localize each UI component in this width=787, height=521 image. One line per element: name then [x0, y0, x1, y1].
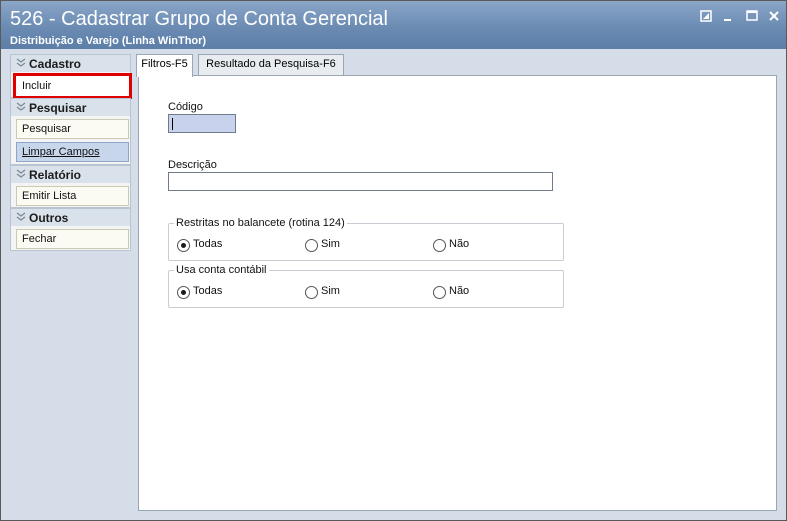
radio-label: Todas [193, 238, 223, 250]
sidebar-group-outros: Outros Fechar [10, 208, 131, 251]
sidebar-group-title: Pesquisar [29, 101, 87, 115]
sidebar-group-title: Outros [29, 211, 69, 225]
sidebar-group-title: Relatório [29, 168, 82, 182]
maximize-icon[interactable] [744, 9, 760, 25]
descricao-label: Descrição [168, 159, 217, 171]
restore-icon[interactable] [698, 9, 714, 25]
emitir-lista-button[interactable]: Emitir Lista [16, 186, 129, 206]
tab-resultado-pesquisa[interactable]: Resultado da Pesquisa-F6 [198, 54, 344, 75]
radio-circle [177, 286, 190, 299]
close-icon[interactable] [766, 9, 782, 25]
double-chevron-down-icon [16, 58, 26, 67]
window-title: 526 - Cadastrar Grupo de Conta Gerencial [10, 8, 388, 30]
sidebar-group-cadastro: Cadastro Incluir [10, 54, 132, 99]
restritas-balancete-legend: Restritas no balancete (rotina 124) [174, 217, 347, 229]
radio-label: Todas [193, 285, 223, 297]
double-chevron-down-icon [16, 102, 26, 111]
filters-panel: Código Descrição Restritas no balancete … [138, 75, 777, 511]
sidebar: Cadastro Incluir Pesquisar Pesquisar Lim… [10, 54, 132, 511]
double-chevron-down-icon [16, 212, 26, 221]
sidebar-group-title: Cadastro [29, 57, 82, 71]
minimize-icon[interactable] [720, 9, 736, 25]
incluir-button[interactable]: Incluir [13, 73, 132, 99]
restritas-balancete-group: Restritas no balancete (rotina 124) Toda… [168, 217, 564, 261]
radio-circle [305, 286, 318, 299]
fechar-button[interactable]: Fechar [16, 229, 129, 249]
codigo-input[interactable] [168, 114, 236, 133]
title-bar: 526 - Cadastrar Grupo de Conta Gerencial… [1, 1, 786, 49]
codigo-label: Código [168, 101, 203, 113]
sidebar-group-header[interactable]: Outros [11, 209, 130, 226]
sidebar-group-header[interactable]: Relatório [11, 166, 130, 183]
radio-label: Não [449, 238, 470, 250]
app-window: 526 - Cadastrar Grupo de Conta Gerencial… [0, 0, 787, 521]
usa-conta-contabil-group: Usa conta contábil Todas Sim Não [168, 264, 564, 308]
radio-circle [305, 239, 318, 252]
double-chevron-down-icon [16, 169, 26, 178]
text-caret [172, 118, 173, 130]
window-subtitle: Distribuição e Varejo (Linha WinThor) [10, 35, 207, 47]
radio-circle [433, 286, 446, 299]
radio-dot [181, 290, 186, 295]
sidebar-group-relatorio: Relatório Emitir Lista [10, 165, 131, 208]
sidebar-group-header[interactable]: Cadastro [11, 55, 130, 72]
radio-dot [181, 243, 186, 248]
limpar-campos-label: Limpar Campos [22, 146, 100, 158]
radio-circle [433, 239, 446, 252]
radio-label: Não [449, 285, 470, 297]
sidebar-group-pesquisar: Pesquisar Pesquisar Limpar Campos [10, 98, 131, 165]
radio-circle [177, 239, 190, 252]
pesquisar-button[interactable]: Pesquisar [16, 119, 129, 139]
limpar-campos-button[interactable]: Limpar Campos [16, 142, 129, 162]
descricao-input[interactable] [168, 172, 553, 191]
tab-filtros[interactable]: Filtros-F5 [136, 54, 193, 77]
usa-conta-contabil-legend: Usa conta contábil [174, 264, 269, 276]
sidebar-group-header[interactable]: Pesquisar [11, 99, 130, 116]
radio-label: Sim [321, 238, 340, 250]
radio-label: Sim [321, 285, 340, 297]
